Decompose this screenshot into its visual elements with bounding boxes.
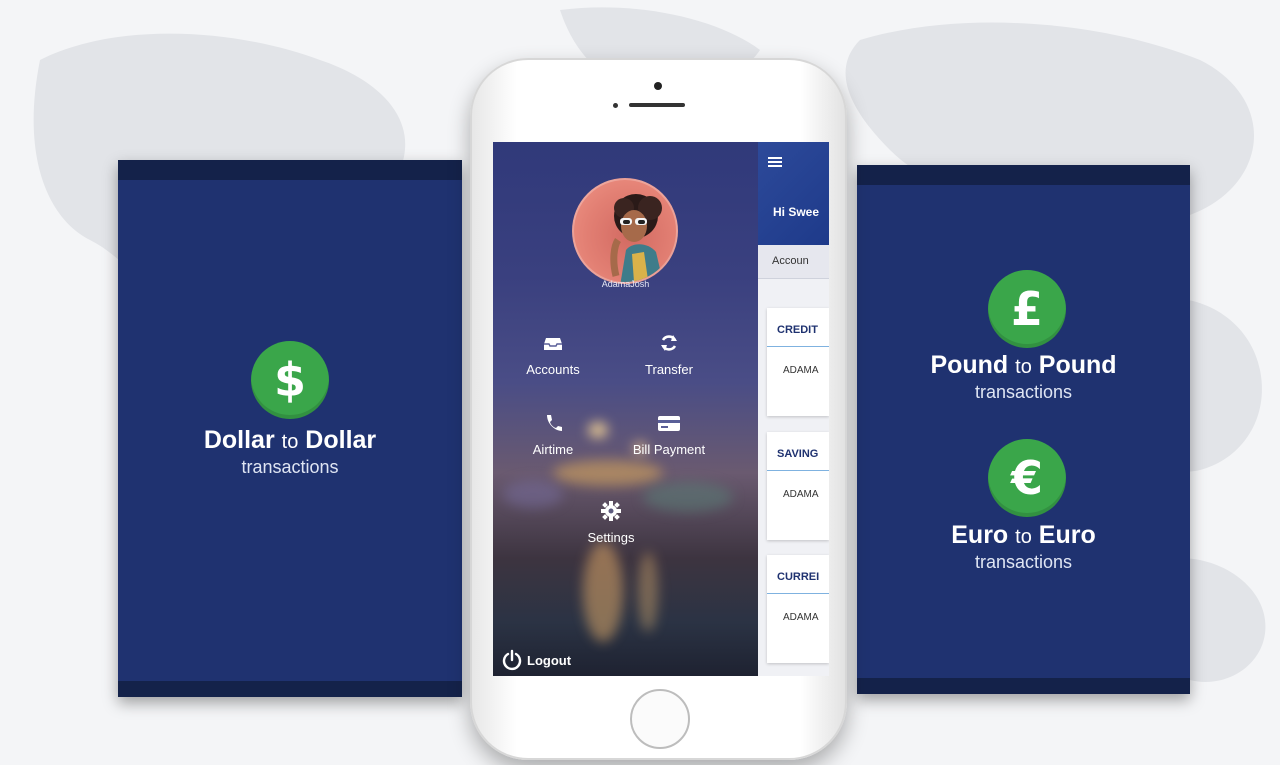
logout-label: Logout bbox=[527, 652, 572, 668]
tab-accounts[interactable]: Accoun bbox=[772, 255, 809, 267]
pound-coin-icon: £ bbox=[988, 270, 1066, 348]
dollar-subtitle: transactions bbox=[241, 457, 339, 477]
euro-headline-from: Euro bbox=[951, 521, 1009, 549]
dollar-coin-icon: $ bbox=[251, 341, 329, 419]
pound-euro-promo-panel: £ Pound to Pound transactions € Euro to … bbox=[857, 165, 1190, 694]
phone-screen: AdamaJosh Accounts Transfer Airtime Bill… bbox=[493, 142, 829, 676]
user-avatar[interactable] bbox=[572, 178, 678, 284]
bokeh-reflection bbox=[638, 552, 658, 632]
dollar-headline-to: to bbox=[281, 431, 299, 453]
bokeh-reflection bbox=[583, 542, 623, 642]
menu-label-accounts: Accounts bbox=[526, 362, 580, 377]
logout-button[interactable]: Logout bbox=[501, 648, 571, 672]
menu-label-settings: Settings bbox=[587, 530, 635, 545]
dollar-headline-from: Dollar bbox=[203, 426, 275, 454]
account-card-credit[interactable]: CREDIT ADAMA bbox=[767, 308, 829, 416]
dollar-headline: Dollar to Dollar bbox=[118, 426, 462, 455]
pound-headline-from: Pound bbox=[930, 351, 1009, 379]
menu-label-transfer: Transfer bbox=[645, 362, 693, 377]
pound-headline-to: to bbox=[1015, 356, 1032, 378]
main-content: Hi Swee Accoun CREDIT ADAMA SAVING ADAMA… bbox=[758, 142, 829, 676]
account-card-holder: ADAMA bbox=[783, 612, 819, 623]
menu-item-accounts[interactable]: Accounts bbox=[493, 332, 613, 377]
account-card-divider bbox=[767, 346, 829, 347]
navigation-drawer: AdamaJosh Accounts Transfer Airtime Bill… bbox=[493, 142, 758, 676]
account-card-holder: ADAMA bbox=[783, 489, 819, 500]
account-card-title: SAVING bbox=[777, 448, 819, 460]
account-card-savings[interactable]: SAVING ADAMA bbox=[767, 432, 829, 540]
account-card-holder: ADAMA bbox=[783, 365, 819, 376]
menu-label-bill-payment: Bill Payment bbox=[632, 442, 706, 457]
username-label: AdamaJosh bbox=[601, 279, 650, 289]
app-header: Hi Swee bbox=[758, 142, 829, 245]
phone-icon bbox=[547, 415, 562, 431]
hamburger-menu-icon[interactable] bbox=[768, 157, 782, 167]
front-camera bbox=[654, 82, 662, 90]
menu-item-settings[interactable]: Settings bbox=[551, 500, 671, 545]
account-card-title: CREDIT bbox=[777, 324, 818, 336]
bokeh-light bbox=[553, 460, 663, 486]
pound-headline-dest: Pound bbox=[1038, 351, 1117, 379]
dollar-headline-dest: Dollar bbox=[305, 426, 377, 454]
account-card-current[interactable]: CURREI ADAMA bbox=[767, 555, 829, 663]
account-card-divider bbox=[767, 470, 829, 471]
euro-headline-dest: Euro bbox=[1038, 521, 1096, 549]
account-card-divider bbox=[767, 593, 829, 594]
menu-item-airtime[interactable]: Airtime bbox=[493, 412, 613, 457]
menu-label-airtime: Airtime bbox=[532, 442, 574, 457]
home-button[interactable] bbox=[630, 689, 690, 749]
euro-headline-to: to bbox=[1015, 526, 1032, 548]
euro-coin-icon: € bbox=[988, 439, 1066, 517]
pound-headline: Pound to Pound bbox=[857, 351, 1190, 380]
euro-subtitle: transactions bbox=[974, 552, 1073, 572]
refresh-icon bbox=[661, 335, 677, 351]
proximity-sensor bbox=[613, 103, 618, 108]
pound-subtitle: transactions bbox=[974, 382, 1073, 402]
inbox-icon bbox=[544, 338, 562, 350]
power-icon bbox=[502, 649, 522, 671]
euro-headline: Euro to Euro bbox=[857, 521, 1190, 550]
account-card-title: CURREI bbox=[777, 571, 820, 583]
greeting-text: Hi Swee bbox=[773, 205, 820, 219]
earpiece-speaker bbox=[629, 103, 685, 107]
dollar-promo-panel: $ Dollar to Dollar transactions bbox=[118, 160, 462, 697]
accounts-tab-bar: Accoun bbox=[758, 245, 829, 279]
menu-item-bill-payment[interactable]: Bill Payment bbox=[609, 412, 729, 457]
gear-icon bbox=[601, 501, 621, 521]
credit-card-icon bbox=[658, 416, 680, 431]
menu-item-transfer[interactable]: Transfer bbox=[609, 332, 729, 377]
